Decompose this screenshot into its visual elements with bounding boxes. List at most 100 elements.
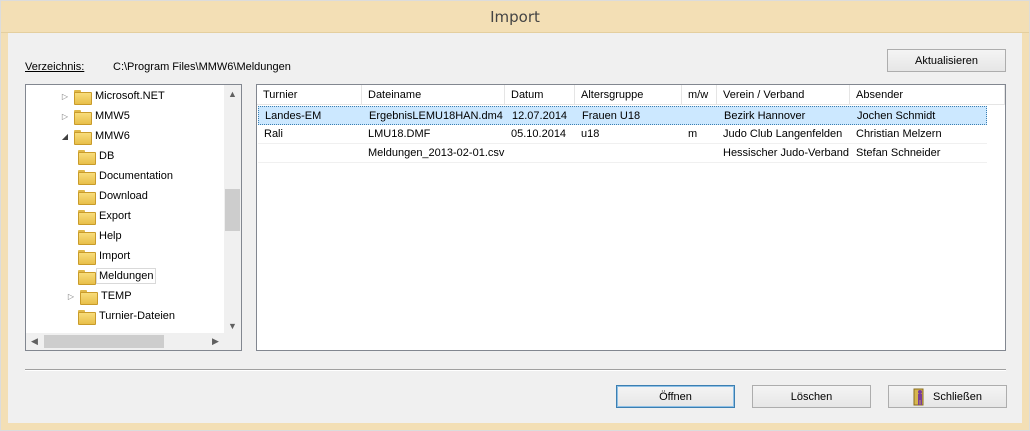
tree-item-label: Turnier-Dateien (99, 310, 176, 322)
cell-dateiname: Meldungen_2013-02-01.csv (368, 147, 505, 159)
close-button[interactable]: Schließen (888, 385, 1007, 408)
column-header-altersgruppe[interactable]: Altersgruppe (575, 85, 682, 105)
tree-horizontal-scrollbar[interactable]: ◀ ▶ (26, 333, 241, 350)
table-row[interactable]: Meldungen_2013-02-01.csv Hessischer Judo… (258, 144, 987, 163)
tree-item-label: MMW5 (95, 110, 130, 122)
window-frame-right (1022, 33, 1029, 430)
cell-verein: Judo Club Langenfelden (723, 128, 843, 140)
tree-item-import[interactable]: Import (78, 246, 130, 266)
cell-mw: m (688, 128, 698, 140)
tree-item-help[interactable]: Help (78, 226, 122, 246)
list-header: Turnier Dateiname Datum Altersgruppe m/w… (257, 85, 1005, 105)
tree-item-turnier-dateien[interactable]: Turnier-Dateien (78, 306, 175, 326)
window-title: Import (490, 7, 540, 26)
tree-item-label: MMW6 (95, 130, 130, 142)
tree-item-download[interactable]: Download (78, 186, 148, 206)
column-header-absender[interactable]: Absender (850, 85, 1005, 105)
cell-datum (505, 144, 575, 162)
cell-altersgruppe: u18 (581, 128, 600, 140)
tree-item-label: Export (99, 210, 131, 222)
file-list[interactable]: Turnier Dateiname Datum Altersgruppe m/w… (256, 84, 1006, 351)
table-row[interactable]: Rali LMU18.DMF 05.10.2014 u18 m Judo Clu… (258, 125, 987, 144)
cell-verein: Bezirk Hannover (724, 110, 806, 122)
tree-item-export[interactable]: Export (78, 206, 131, 226)
delete-button[interactable]: Löschen (752, 385, 871, 408)
folder-icon (78, 189, 96, 205)
cell-mw (683, 107, 718, 125)
folder-icon (78, 209, 96, 225)
directory-path: C:\Program Files\MMW6\Meldungen (113, 61, 291, 73)
window-frame-bottom (1, 423, 1029, 430)
expand-arrow-icon[interactable]: ▷ (66, 291, 76, 301)
tree-item-documentation[interactable]: Documentation (78, 166, 173, 186)
scroll-down-icon[interactable]: ▼ (224, 317, 241, 334)
table-row[interactable]: Landes-EM ErgebnisLEMU18HAN.dm4 12.07.20… (258, 106, 987, 125)
cell-altersgruppe: Frauen U18 (582, 110, 641, 122)
tree-item-mmw5[interactable]: ▷ MMW5 (60, 106, 130, 126)
refresh-button-label: Aktualisieren (915, 54, 978, 67)
import-dialog: Import Verzeichnis: C:\Program Files\MMW… (0, 0, 1030, 431)
folder-open-icon (74, 129, 92, 145)
tree-item-label: Documentation (99, 170, 173, 182)
cell-absender: Stefan Schneider (856, 147, 941, 159)
separator-line (25, 369, 1006, 371)
expand-arrow-icon[interactable]: ▷ (60, 111, 70, 121)
tree-item-mmw6[interactable]: ◢ MMW6 (60, 126, 130, 146)
window-frame-left (1, 33, 8, 430)
tree-item-label: DB (99, 150, 115, 162)
expand-arrow-icon[interactable]: ▷ (60, 91, 70, 101)
cell-altersgruppe (575, 144, 682, 162)
directory-label: Verzeichnis: (25, 61, 85, 73)
tree-item-db[interactable]: DB (78, 146, 114, 166)
folder-icon (78, 269, 96, 285)
folder-icon (78, 229, 96, 245)
tree-item-label: Download (99, 190, 148, 202)
column-header-turnier[interactable]: Turnier (257, 85, 362, 105)
column-header-mw[interactable]: m/w (682, 85, 717, 105)
tree-item-label: Help (99, 230, 122, 242)
delete-button-label: Löschen (790, 390, 833, 403)
folder-tree[interactable]: ▷ Microsoft.NET ▷ MMW5 ◢ MMW6 DB Documen… (25, 84, 242, 351)
cell-absender: Christian Melzern (856, 128, 942, 140)
scroll-corner (224, 333, 241, 350)
tree-item-label: Microsoft.NET (95, 90, 165, 102)
folder-icon (78, 309, 96, 325)
folder-icon (78, 169, 96, 185)
column-header-verein[interactable]: Verein / Verband (717, 85, 850, 105)
open-button-label: Öffnen (659, 390, 692, 403)
refresh-button[interactable]: Aktualisieren (887, 49, 1006, 72)
folder-icon (78, 149, 96, 165)
cell-mw (682, 144, 717, 162)
cell-dateiname: LMU18.DMF (368, 128, 431, 140)
tree-item-label: TEMP (101, 290, 132, 302)
cell-verein: Hessischer Judo-Verband (723, 147, 849, 159)
scroll-left-icon[interactable]: ◀ (26, 333, 43, 350)
exit-person-icon (913, 388, 927, 406)
tree-item-meldungen[interactable]: Meldungen (78, 266, 157, 286)
folder-icon (78, 249, 96, 265)
cell-turnier: Landes-EM (265, 110, 322, 122)
scroll-thumb[interactable] (44, 335, 164, 348)
folder-icon (80, 289, 98, 305)
tree-item-microsoft-net[interactable]: ▷ Microsoft.NET (60, 86, 165, 106)
folder-icon (74, 109, 92, 125)
cell-datum: 05.10.2014 (511, 128, 567, 140)
cell-dateiname: ErgebnisLEMU18HAN.dm4 (369, 110, 503, 122)
collapse-arrow-icon[interactable]: ◢ (60, 131, 70, 141)
close-button-label: Schließen (933, 390, 982, 403)
cell-turnier (258, 144, 362, 162)
tree-item-label: Meldungen (95, 268, 157, 284)
tree-item-temp[interactable]: ▷ TEMP (66, 286, 132, 306)
folder-icon (74, 89, 92, 105)
cell-datum: 12.07.2014 (512, 110, 568, 122)
scroll-up-icon[interactable]: ▲ (224, 85, 241, 102)
cell-turnier: Rali (264, 128, 283, 140)
title-bar[interactable]: Import (1, 1, 1029, 33)
open-button[interactable]: Öffnen (616, 385, 735, 408)
cell-absender: Jochen Schmidt (857, 110, 936, 122)
scroll-thumb[interactable] (225, 189, 240, 231)
tree-vertical-scrollbar[interactable]: ▲ ▼ (224, 85, 241, 334)
column-header-datum[interactable]: Datum (505, 85, 575, 105)
scroll-right-icon[interactable]: ▶ (207, 333, 224, 350)
column-header-dateiname[interactable]: Dateiname (362, 85, 505, 105)
